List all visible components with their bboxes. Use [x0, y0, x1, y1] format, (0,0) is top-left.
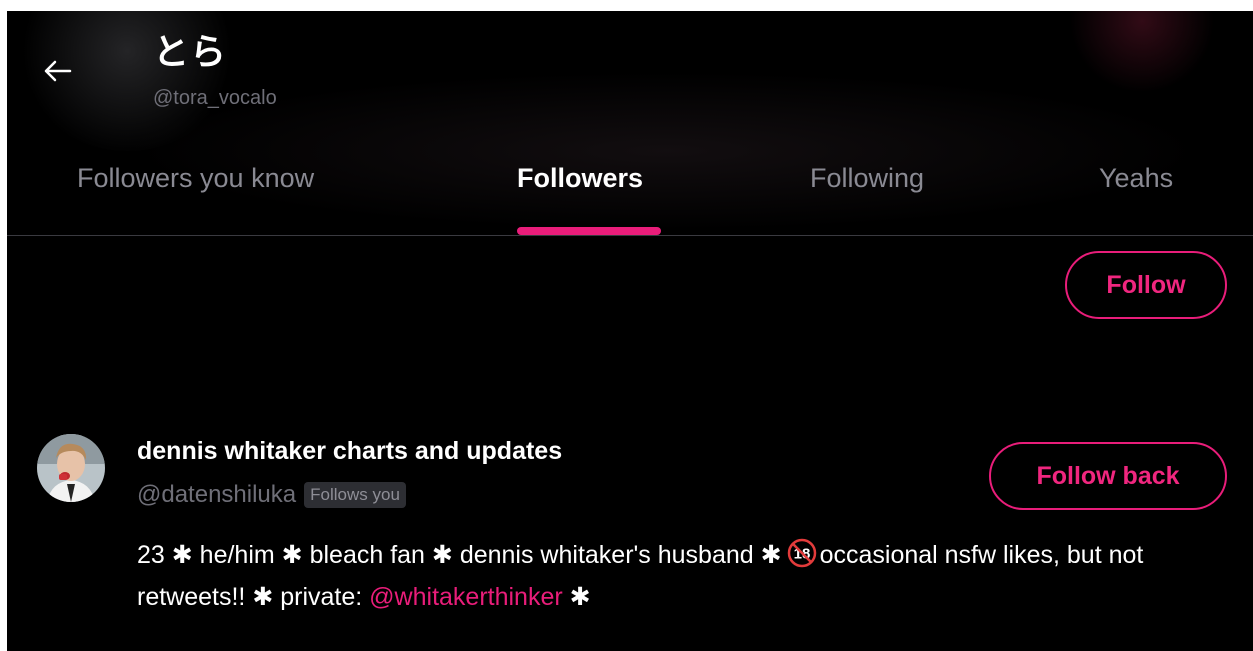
user-handle-row: @datenshiluka Follows you [137, 481, 406, 509]
bio-separator: ✱ [281, 541, 303, 569]
bio-separator: ✱ [252, 583, 274, 611]
bio-mention-link[interactable]: @whitakerthinker [369, 583, 563, 611]
tab-yeahs[interactable]: Yeahs [1099, 163, 1173, 194]
bio-text: 23 [137, 541, 165, 569]
no-under-18-icon: 18 [787, 538, 816, 568]
avatar-image [37, 434, 105, 502]
follows-you-badge: Follows you [304, 482, 406, 508]
profile-title: とら [153, 32, 228, 73]
avatar[interactable] [37, 434, 105, 502]
bio-separator: ✱ [431, 541, 453, 569]
profile-handle: @tora_vocalo [153, 87, 277, 109]
bio-text: private: [280, 583, 363, 611]
tab-followers[interactable]: Followers [517, 163, 643, 194]
follow-back-button[interactable]: Follow back [989, 442, 1227, 510]
bio-separator: ✱ [760, 541, 782, 569]
back-button[interactable] [35, 49, 79, 93]
user-bio: 23 ✱ he/him ✱ bleach fan ✱ dennis whitak… [137, 534, 1207, 618]
tab-bar: Followers you know Followers Following Y… [7, 151, 1253, 235]
follow-button[interactable]: Follow [1065, 251, 1227, 319]
tab-divider [7, 235, 1253, 236]
bio-separator: ✱ [171, 541, 193, 569]
bio-text: bleach fan [309, 541, 425, 569]
bio-separator: ✱ [569, 583, 591, 611]
back-arrow-icon [44, 60, 72, 82]
background-glow [1067, 11, 1217, 91]
profile-followers-screen: とら @tora_vocalo Followers you know Follo… [7, 11, 1253, 651]
bio-text: dennis whitaker's husband [459, 541, 754, 569]
tab-following[interactable]: Following [810, 163, 924, 194]
active-tab-indicator [517, 227, 661, 235]
bio-text: he/him [199, 541, 275, 569]
user-handle[interactable]: @datenshiluka [137, 481, 296, 509]
user-display-name[interactable]: dennis whitaker charts and updates [137, 437, 562, 466]
tab-followers-you-know[interactable]: Followers you know [77, 163, 314, 194]
